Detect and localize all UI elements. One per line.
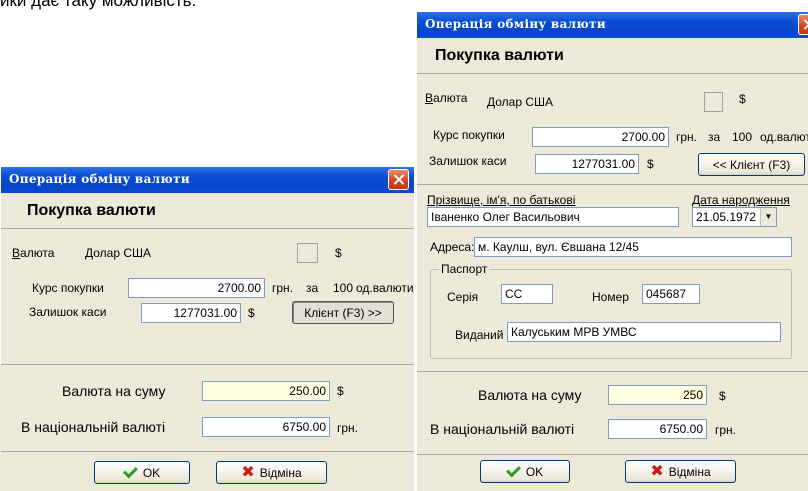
address-field[interactable]: м. Каулш, вул. Євшана 12/45 xyxy=(474,237,792,257)
cancel-button[interactable]: ✖ Відміна xyxy=(216,461,327,484)
rate-label: Курс покупки xyxy=(32,281,104,295)
client-button[interactable]: Клієнт (F3) >> xyxy=(292,301,394,324)
birth-label: Дата народження xyxy=(692,193,790,207)
rate-amount-unit: од.валюти xyxy=(356,281,414,295)
client-button[interactable]: << Клієнт (F3) xyxy=(698,153,805,176)
rate-amount: 100 xyxy=(732,130,753,144)
birth-date-field[interactable]: 21.05.1972 ▼ xyxy=(692,207,777,227)
currency-select-box[interactable] xyxy=(704,92,723,112)
exchange-dialog-main-left: Операція обміну валюти Покупка валюти Ва… xyxy=(1,167,414,491)
client-panel: Прізвище, ім'я, по батькові Іваненко Оле… xyxy=(417,186,808,372)
rate-for: за xyxy=(306,281,319,295)
window-title: Операція обміну валюти xyxy=(9,172,190,186)
rate-unit: грн. xyxy=(272,281,294,295)
dialog-header: Покупка валюти xyxy=(1,193,414,229)
fullname-field[interactable]: Іваненко Олег Васильович xyxy=(427,207,679,227)
currency-panel: Валюта Долар США $ Курс покупки 2700.00 … xyxy=(417,75,808,185)
cash-label: Залишок каси xyxy=(429,154,507,168)
series-field[interactable]: СС xyxy=(501,284,553,304)
national-unit: грн. xyxy=(715,423,737,437)
address-label: Адреса: xyxy=(430,240,475,254)
rate-amount-unit: од.валюти xyxy=(760,130,808,144)
close-icon[interactable] xyxy=(388,169,409,190)
currency-label: Валюта xyxy=(425,91,468,105)
ok-button[interactable]: OK xyxy=(480,460,570,483)
page-title: Покупка валюти xyxy=(435,47,564,64)
check-icon xyxy=(122,463,138,478)
cancel-button[interactable]: ✖ Відміна xyxy=(625,460,736,483)
national-label: В національній валюті xyxy=(21,419,166,435)
document-text: ики дає таку можливість. xyxy=(0,0,197,10)
currency-select-box[interactable] xyxy=(297,243,318,263)
birth-date-value: 21.05.1972 xyxy=(696,210,757,224)
dialog-header: Покупка валюти xyxy=(417,38,808,74)
series-label: Серія xyxy=(447,290,479,304)
window-title: Операція обміну валюти xyxy=(425,17,606,31)
amount-panel: Валюта на суму 250.00 $ В національній в… xyxy=(1,366,414,452)
rate-amount: 100 xyxy=(333,281,354,295)
chevron-down-icon[interactable]: ▼ xyxy=(760,208,776,226)
sum-label: Валюта на суму xyxy=(62,383,166,399)
national-unit: грн. xyxy=(337,421,359,435)
number-label: Номер xyxy=(592,290,629,304)
rate-label: Курс покупки xyxy=(433,128,505,142)
currency-label: Валюта xyxy=(12,246,55,260)
close-icon[interactable] xyxy=(798,14,808,35)
rate-field[interactable]: 2700.00 xyxy=(532,127,669,147)
national-field[interactable]: 6750.00 xyxy=(608,419,707,439)
currency-symbol: $ xyxy=(739,92,746,106)
sum-field[interactable]: 250 xyxy=(608,385,707,405)
rate-field[interactable]: 2700.00 xyxy=(128,278,265,298)
currency-symbol: $ xyxy=(335,246,342,260)
issued-label: Виданий xyxy=(455,328,504,342)
sum-label: Валюта на суму xyxy=(478,387,582,403)
currency-panel: Валюта Долар США $ Курс покупки 2700.00 … xyxy=(1,230,414,365)
currency-field[interactable]: Долар США xyxy=(483,92,704,112)
cash-field[interactable]: 1277031.00 xyxy=(141,303,241,323)
fullname-label: Прізвище, ім'я, по батькові xyxy=(427,193,576,207)
sum-field[interactable]: 250.00 xyxy=(202,381,330,401)
cash-symbol: $ xyxy=(248,306,255,320)
amount-panel: Валюта на суму 250 $ В національній валю… xyxy=(417,373,808,455)
title-bar: Операція обміну валюти xyxy=(1,167,414,193)
cash-symbol: $ xyxy=(647,157,654,171)
ok-button[interactable]: OK xyxy=(94,461,190,484)
number-field[interactable]: 045687 xyxy=(642,284,700,304)
page-title: Покупка валюти xyxy=(27,202,156,219)
exchange-dialog-main-right: Операція обміну валюти Покупка валюти Ва… xyxy=(417,12,808,491)
national-field[interactable]: 6750.00 xyxy=(202,417,330,437)
cash-label: Залишок каси xyxy=(29,305,107,319)
rate-unit: грн. xyxy=(676,130,698,144)
sum-symbol: $ xyxy=(337,384,344,398)
title-bar: Операція обміну валюти xyxy=(417,12,808,38)
sum-symbol: $ xyxy=(719,389,726,403)
national-label: В національній валюті xyxy=(430,421,575,437)
cash-field[interactable]: 1277031.00 xyxy=(535,154,639,174)
check-icon xyxy=(505,462,521,477)
rate-for: за xyxy=(708,130,721,144)
issued-field[interactable]: Калуським МРВ УМВС xyxy=(507,322,781,342)
currency-field[interactable]: Долар США xyxy=(81,243,297,263)
cross-icon: ✖ xyxy=(650,462,664,480)
cross-icon: ✖ xyxy=(241,463,255,481)
passport-group-title: Паспорт xyxy=(439,262,490,276)
passport-group: Паспорт Серія СС Номер 045687 Виданий Ка… xyxy=(430,262,792,359)
